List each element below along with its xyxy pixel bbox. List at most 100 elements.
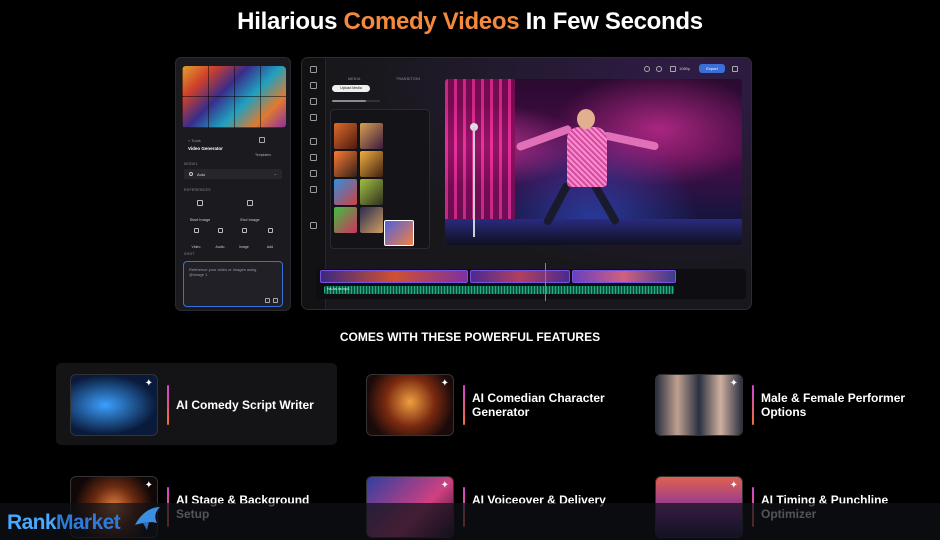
chevron-down-icon: ⌄	[273, 171, 277, 176]
feature-label: Male & Female Performer Options	[761, 391, 906, 419]
timeline-playhead[interactable]	[545, 263, 546, 301]
timeline-video-clip[interactable]	[320, 270, 468, 283]
end-image-button[interactable]: End Image	[230, 200, 270, 226]
headline-part-1: Hilarious	[237, 8, 344, 35]
settings-icon[interactable]	[310, 222, 317, 229]
generator-preview-collage	[182, 66, 286, 128]
feature-accent-bar	[752, 385, 754, 425]
audio-icon	[217, 228, 223, 233]
back-to-tools-link[interactable]: < Tools	[188, 138, 201, 143]
send-icon[interactable]	[273, 298, 278, 303]
stage-floor	[445, 219, 742, 245]
transition-icon[interactable]	[310, 154, 317, 161]
star-icon[interactable]	[310, 66, 317, 73]
ref-video-label: Video	[191, 245, 201, 249]
upload-media-button[interactable]: Upload Media	[332, 85, 370, 92]
sparkle-icon: ✦	[144, 378, 153, 389]
help-icon[interactable]	[644, 66, 650, 72]
headline-part-2: In Few Seconds	[519, 8, 703, 35]
prompt-placeholder: Reference your video or images using @im…	[189, 267, 257, 277]
feature-label: AI Comedy Script Writer	[176, 398, 314, 412]
music-icon[interactable]	[310, 114, 317, 121]
headline-accent: Comedy Videos	[343, 8, 520, 35]
media-thumbnail[interactable]	[334, 179, 357, 205]
video-editor-window: MEDIA TRANSITION Upload Media 1080p Expo…	[301, 57, 752, 310]
performer-arm-right	[602, 131, 660, 151]
templates-button[interactable]: Templates	[255, 137, 271, 157]
sparkle-icon: ✦	[440, 378, 449, 389]
generator-title: Video Generator	[188, 146, 223, 151]
attach-icon[interactable]	[265, 298, 270, 303]
effects-icon[interactable]	[310, 138, 317, 145]
ref-image-label: Image	[239, 245, 249, 249]
menu-icon[interactable]	[732, 66, 738, 72]
sticker-icon[interactable]	[310, 186, 317, 193]
model-select[interactable]: Auto ⌄	[184, 169, 282, 179]
media-thumbnail[interactable]	[360, 123, 383, 149]
slider-fill	[332, 100, 366, 102]
model-radio-icon	[189, 172, 193, 176]
model-value: Auto	[197, 171, 206, 177]
shot-section-label: SHOT	[184, 252, 195, 256]
start-image-label: Start Image	[189, 217, 211, 222]
prompt-textarea[interactable]: Reference your video or images using @im…	[183, 261, 283, 307]
resolution-label: 1080p	[679, 66, 691, 71]
feature-thumbnail: ✦	[655, 374, 743, 436]
sparkle-icon: ✦	[729, 378, 738, 389]
start-image-button[interactable]: Start Image	[180, 200, 220, 226]
performer-arm-left	[515, 124, 573, 152]
camera-icon[interactable]	[670, 66, 676, 72]
feature-accent-bar	[167, 385, 169, 425]
model-section-label: MODEL	[184, 162, 198, 166]
ref-audio-label: Audio	[215, 245, 225, 249]
plus-icon	[267, 228, 273, 233]
microphone-stand	[473, 127, 475, 237]
end-image-label: End Image	[240, 217, 260, 222]
sparkle-icon: ✦	[729, 480, 738, 491]
tab-media[interactable]: MEDIA	[348, 77, 361, 81]
shape-icon[interactable]	[310, 170, 317, 177]
performer-head	[577, 109, 595, 129]
media-zoom-slider[interactable]	[332, 100, 380, 102]
image-icon	[241, 228, 247, 233]
brand-part-2: Market	[55, 511, 121, 534]
export-button[interactable]: Export	[699, 64, 725, 73]
ref-add-button[interactable]: Add	[260, 228, 280, 253]
text-icon[interactable]	[310, 98, 317, 105]
ref-video-button[interactable]: Video	[186, 228, 206, 253]
sparkle-icon: ✦	[440, 480, 449, 491]
ref-audio-button[interactable]: Audio	[210, 228, 230, 253]
start-image-icon	[197, 200, 203, 206]
shark-logo-icon	[135, 507, 160, 530]
media-thumbnail[interactable]	[360, 207, 383, 233]
media-thumbnail[interactable]	[360, 179, 383, 205]
media-thumbnail[interactable]	[360, 151, 383, 177]
sparkle-icon: ✦	[144, 480, 153, 491]
feature-thumbnail: ✦	[70, 374, 158, 436]
end-image-icon	[247, 200, 253, 206]
feature-accent-bar	[463, 385, 465, 425]
audio-clip-label: Ha-ha-ha.mp3	[327, 287, 350, 291]
performer-body	[567, 127, 607, 187]
media-thumbnail-selected[interactable]	[384, 220, 414, 246]
media-thumbnail[interactable]	[334, 207, 357, 233]
timeline[interactable]: Ha-ha-ha.mp3	[316, 269, 746, 299]
templates-label: Templates	[255, 153, 271, 157]
media-thumbnail[interactable]	[334, 123, 357, 149]
references-section-label: REFERENCES	[184, 188, 211, 192]
brand-part-1: Rank	[7, 511, 57, 534]
ref-image-button[interactable]: Image	[234, 228, 254, 253]
page-headline: Hilarious Comedy Videos In Few Seconds	[0, 8, 940, 36]
timeline-audio-clip[interactable]	[324, 286, 674, 294]
feature-label: AI Comedian Character Generator	[472, 391, 605, 419]
timeline-video-clip[interactable]	[572, 270, 676, 283]
features-title: COMES WITH THESE POWERFUL FEATURES	[339, 330, 601, 344]
timeline-video-clip[interactable]	[470, 270, 570, 283]
media-thumbnail[interactable]	[334, 151, 357, 177]
media-icon[interactable]	[310, 82, 317, 89]
video-generator-panel: < Tools Video Generator Templates MODEL …	[175, 57, 291, 311]
video-preview-canvas[interactable]	[445, 79, 742, 245]
grid-icon[interactable]	[656, 66, 662, 72]
tab-transition[interactable]: TRANSITION	[396, 77, 420, 81]
feature-thumbnail: ✦	[366, 374, 454, 436]
